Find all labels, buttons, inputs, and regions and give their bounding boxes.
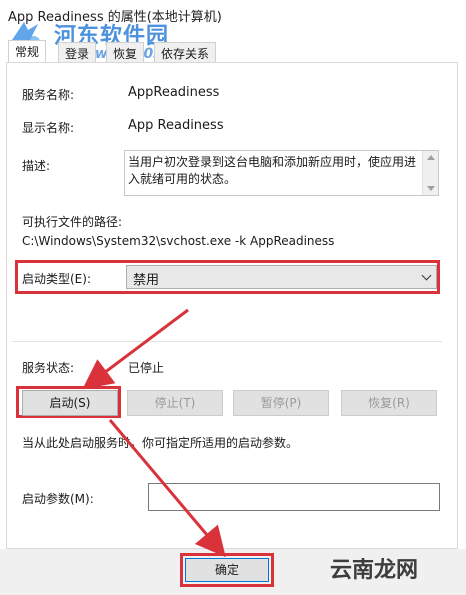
startup-type-label: 启动类型(E): <box>22 272 91 286</box>
tab-logon[interactable]: 登录 <box>58 42 97 62</box>
stop-button[interactable]: 停止(T) <box>127 390 223 416</box>
ok-button[interactable]: 确定 <box>185 558 269 582</box>
description-scrollbar[interactable] <box>422 151 438 195</box>
service-name-value: AppReadiness <box>128 85 220 100</box>
display-name-label: 显示名称: <box>22 121 75 135</box>
scroll-up-icon[interactable] <box>427 155 435 160</box>
tab-dependencies[interactable]: 依存关系 <box>154 42 217 62</box>
service-name-label: 服务名称: <box>22 88 75 102</box>
start-button[interactable]: 启动(S) <box>22 390 118 416</box>
watermark-corner: 云南龙网 <box>330 558 419 583</box>
start-params-input[interactable] <box>148 483 440 511</box>
start-params-hint: 当从此处启动服务时，你可指定所适用的启动参数。 <box>22 436 299 450</box>
display-name-value: App Readiness <box>128 118 224 133</box>
exe-path-label: 可执行文件的路径: <box>22 215 123 229</box>
tab-general[interactable]: 常规 <box>8 40 47 63</box>
section-divider <box>12 341 442 342</box>
service-status-label: 服务状态: <box>22 361 75 375</box>
startup-type-value: 禁用 <box>133 273 160 288</box>
description-label: 描述: <box>22 159 51 173</box>
tab-strip: 常规 登录 恢复 依存关系 <box>6 40 456 63</box>
start-params-label: 启动参数(M): <box>22 492 94 506</box>
exe-path-value: C:\Windows\System32\svchost.exe -k AppRe… <box>22 234 335 248</box>
pause-button[interactable]: 暂停(P) <box>233 390 329 416</box>
description-textbox[interactable]: 当用户初次登录到这台电脑和添加新应用时，使应用进入就绪可用的状态。 <box>124 150 439 196</box>
service-status-value: 已停止 <box>128 361 165 375</box>
chevron-down-icon <box>421 270 432 281</box>
resume-button[interactable]: 恢复(R) <box>341 390 437 416</box>
scroll-down-icon[interactable] <box>427 186 435 191</box>
startup-type-select[interactable]: 禁用 <box>126 265 437 289</box>
description-text: 当用户初次登录到这台电脑和添加新应用时，使应用进入就绪可用的状态。 <box>128 155 417 186</box>
tab-recovery[interactable]: 恢复 <box>106 42 145 62</box>
